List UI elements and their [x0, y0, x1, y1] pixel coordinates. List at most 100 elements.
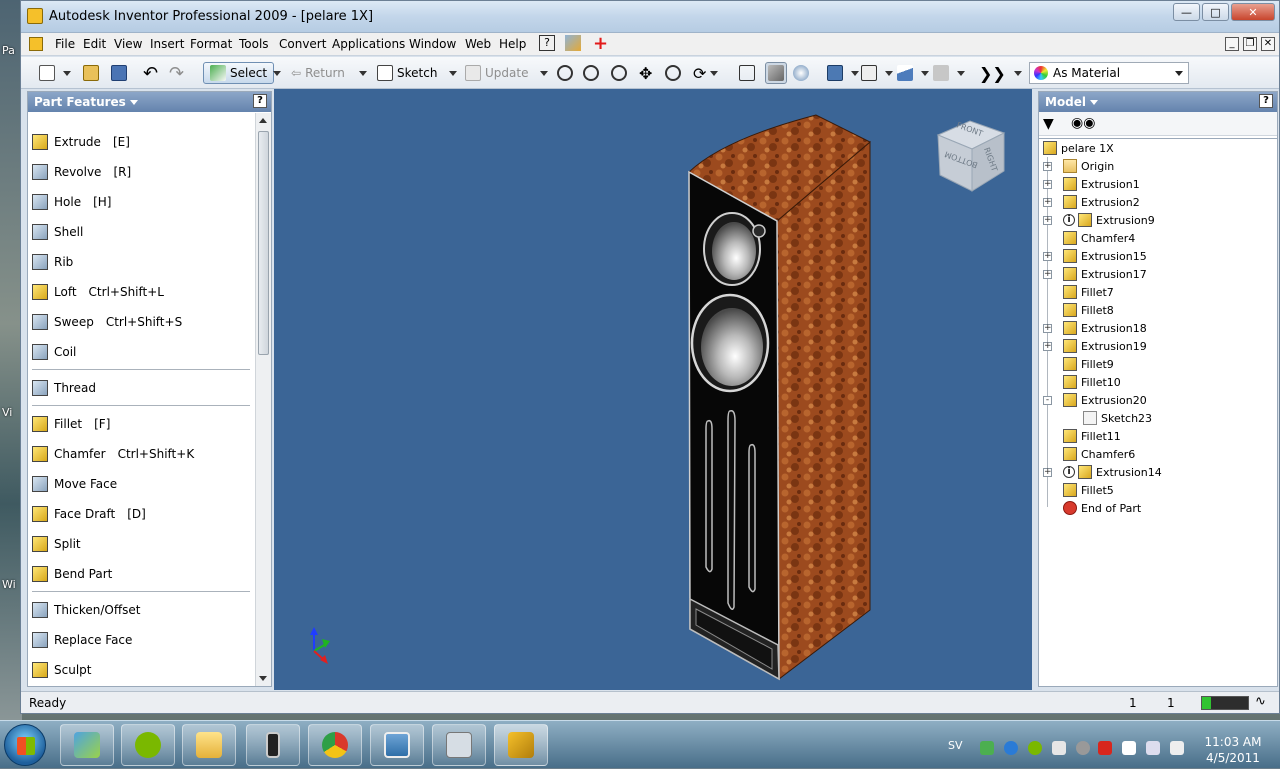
tree-node-chamfer6[interactable]: Chamfer6 [1063, 445, 1135, 463]
tree-node-extrusion9[interactable]: i Extrusion9 [1063, 211, 1155, 229]
display-mode-icon[interactable] [827, 62, 859, 84]
taskbar-app-chrome[interactable] [308, 724, 362, 766]
expand-icon[interactable]: + [1043, 252, 1052, 261]
feature-replace-face[interactable]: Replace Face [32, 630, 132, 650]
feature-face-draft[interactable]: Face Draft [D] [32, 504, 146, 524]
tree-node-extrusion15[interactable]: Extrusion15 [1063, 247, 1147, 265]
feature-coil[interactable]: Coil [32, 342, 76, 362]
expand-icon[interactable]: + [1043, 324, 1052, 333]
expand-icon[interactable]: + [1043, 162, 1052, 171]
speaker-model[interactable] [274, 89, 1032, 690]
help-icon[interactable]: ? [1259, 94, 1273, 108]
feature-fillet[interactable]: Fillet [F] [32, 414, 110, 434]
shadow-display-icon[interactable] [793, 62, 813, 84]
feature-loft[interactable]: Loft Ctrl+Shift+L [32, 282, 164, 302]
close-button[interactable]: ✕ [1231, 3, 1275, 21]
sketch-button[interactable]: Sketch [377, 62, 458, 84]
tray-spotify-icon[interactable] [1028, 741, 1042, 755]
mdi-minimize-button[interactable]: _ [1225, 37, 1239, 51]
red-plus-icon[interactable]: + [593, 33, 608, 54]
tray-gear-icon[interactable] [1076, 741, 1090, 755]
menu-format[interactable]: Format [190, 37, 232, 51]
start-button[interactable] [4, 724, 46, 766]
menu-applications[interactable]: Applications [332, 37, 405, 51]
appearance-select[interactable]: As Material [1029, 62, 1189, 84]
pan-icon[interactable]: ✥ [639, 62, 652, 84]
expand-icon[interactable]: + [1043, 342, 1052, 351]
menu-convert[interactable]: Convert [279, 37, 326, 51]
taskbar-app-people[interactable] [60, 724, 114, 766]
taskbar-app-phone[interactable] [246, 724, 300, 766]
feature-extrude[interactable]: Extrude [E] [32, 132, 130, 152]
title-bar[interactable]: Autodesk Inventor Professional 2009 - [p… [21, 1, 1279, 33]
minimize-button[interactable]: — [1173, 3, 1200, 21]
redo-button[interactable]: ↷ [169, 62, 184, 84]
open-button[interactable] [83, 62, 103, 84]
clock[interactable]: 11:03 AM 4/5/2011 [1198, 734, 1268, 766]
features-scrollbar[interactable] [255, 113, 271, 686]
collapse-icon[interactable]: - [1043, 396, 1052, 405]
feature-split[interactable]: Split [32, 534, 81, 554]
tree-node-fillet9[interactable]: Fillet9 [1063, 355, 1114, 373]
tree-node-extrusion1[interactable]: Extrusion1 [1063, 175, 1140, 193]
menu-edit[interactable]: Edit [83, 37, 106, 51]
resize-grip-icon[interactable]: ∿ [1255, 694, 1266, 709]
tray-ati-icon[interactable] [1098, 741, 1112, 755]
tray-plane-icon[interactable] [1052, 741, 1066, 755]
part-features-header[interactable]: Part Features ? [28, 92, 271, 112]
feature-thicken-offset[interactable]: Thicken/Offset [32, 600, 140, 620]
zoom-window-icon[interactable] [583, 62, 603, 84]
maximize-button[interactable]: □ [1202, 3, 1229, 21]
expand-icon[interactable]: + [1043, 270, 1052, 279]
menu-insert[interactable]: Insert [150, 37, 184, 51]
save-button[interactable] [111, 62, 131, 84]
scroll-up-icon[interactable] [259, 118, 267, 123]
viewcube[interactable]: FRONT BOTTOM RIGHT [934, 115, 1008, 195]
language-indicator[interactable]: SV [948, 739, 963, 752]
menu-web[interactable]: Web [465, 37, 491, 51]
feature-shell[interactable]: Shell [32, 222, 83, 242]
taskbar-app-inventor[interactable] [494, 724, 548, 766]
feature-revolve[interactable]: Revolve [R] [32, 162, 131, 182]
graphics-viewport[interactable]: FRONT BOTTOM RIGHT [274, 89, 1032, 690]
model-header[interactable]: Model ? [1039, 92, 1277, 112]
menu-window[interactable]: Window [409, 37, 456, 51]
zoom-icon[interactable] [611, 62, 631, 84]
zoom-all-icon[interactable] [557, 62, 577, 84]
doc-icon[interactable] [29, 37, 43, 54]
new-button[interactable] [39, 62, 71, 84]
expand-icon[interactable]: + [1043, 198, 1052, 207]
slice-graphics-icon[interactable] [933, 62, 965, 84]
menu-view[interactable]: View [114, 37, 142, 51]
tree-node-chamfer4[interactable]: Chamfer4 [1063, 229, 1135, 247]
expand-icon[interactable]: + [1043, 180, 1052, 189]
feature-thread[interactable]: Thread [32, 378, 96, 398]
undo-button[interactable]: ↶ [143, 62, 158, 84]
tree-node-fillet11[interactable]: Fillet11 [1063, 427, 1121, 445]
feature-chamfer[interactable]: Chamfer Ctrl+Shift+K [32, 444, 194, 464]
feature-hole[interactable]: Hole [H] [32, 192, 111, 212]
look-at-icon[interactable] [739, 62, 759, 84]
help-icon[interactable]: ? [253, 94, 267, 108]
select-button[interactable]: Select [203, 62, 275, 84]
taskbar-app-explorer[interactable] [182, 724, 236, 766]
end-icon[interactable]: ❯❯ [979, 62, 1022, 84]
filter-icon[interactable]: ▼ [1043, 116, 1054, 132]
tray-check-icon[interactable] [980, 741, 994, 755]
taskbar-app-spotify[interactable] [121, 724, 175, 766]
tree-root[interactable]: pelare 1X [1043, 139, 1114, 157]
tree-node-sketch23[interactable]: Sketch23 [1083, 409, 1152, 427]
expand-icon[interactable]: + [1043, 468, 1052, 477]
update-button[interactable]: Update [465, 62, 549, 84]
tree-node-extrusion20[interactable]: Extrusion20 [1063, 391, 1147, 409]
tray-volume-icon[interactable] [1170, 741, 1184, 755]
select-dropdown[interactable] [269, 62, 281, 84]
menu-help[interactable]: Help [499, 37, 526, 51]
feature-sweep[interactable]: Sweep Ctrl+Shift+S [32, 312, 182, 332]
tree-node-extrusion17[interactable]: Extrusion17 [1063, 265, 1147, 283]
expand-icon[interactable]: + [1043, 216, 1052, 225]
taskbar-app-photos[interactable] [370, 724, 424, 766]
menu-tools[interactable]: Tools [239, 37, 269, 51]
tree-node-extrusion2[interactable]: Extrusion2 [1063, 193, 1140, 211]
tree-node-extrusion19[interactable]: Extrusion19 [1063, 337, 1147, 355]
